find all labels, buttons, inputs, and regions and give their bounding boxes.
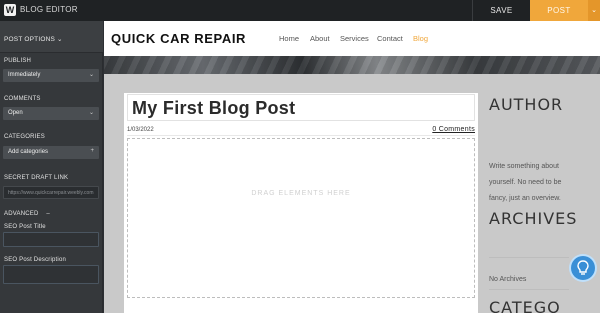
post-content-dropzone[interactable]: DRAG ELEMENTS HERE <box>127 138 475 298</box>
add-categories-button[interactable]: Add categories + <box>3 146 99 159</box>
archives-divider <box>489 257 569 258</box>
header-banner-image <box>104 56 600 74</box>
comments-label: COMMENTS <box>4 96 41 102</box>
collapse-icon[interactable]: – <box>46 211 50 217</box>
save-button[interactable]: SAVE <box>472 0 530 21</box>
top-bar: W BLOG EDITOR SAVE POST ⌄ <box>0 0 600 21</box>
nav-link-blog[interactable]: Blog <box>413 34 428 43</box>
comments-value: Open <box>8 110 23 116</box>
post-options-label: POST OPTIONS ⌄ <box>4 36 63 43</box>
plus-icon: + <box>90 148 94 154</box>
publish-value: Immediately <box>8 72 41 78</box>
archives-text: No Archives <box>489 276 527 283</box>
chevron-down-icon: ⌄ <box>88 110 94 116</box>
comments-select[interactable]: Open ⌄ <box>3 107 99 120</box>
seo-post-title-label: SEO Post Title <box>4 224 46 230</box>
app-title: BLOG EDITOR <box>20 5 78 14</box>
weebly-logo-icon[interactable]: W <box>4 4 16 16</box>
blog-sidebar: AUTHOR Write something about yourself. N… <box>488 93 600 313</box>
dropzone-hint: DRAG ELEMENTS HERE <box>251 190 351 197</box>
author-heading: AUTHOR <box>489 95 564 114</box>
blog-post: My First Blog Post 1/03/2022 0 Comments … <box>124 93 478 313</box>
post-options-sidebar: POST OPTIONS ⌄ PUBLISH Immediately ⌄ COM… <box>0 21 103 313</box>
nav-link-contact[interactable]: Contact <box>377 34 403 43</box>
nav-link-home[interactable]: Home <box>279 34 299 43</box>
nav-link-about[interactable]: About <box>310 34 330 43</box>
categories-heading: CATEGO <box>489 298 561 313</box>
add-categories-label: Add categories <box>8 149 49 155</box>
lightbulb-icon <box>577 260 589 275</box>
post-title[interactable]: My First Blog Post <box>132 98 295 119</box>
secret-draft-link-value: https://www.quickcarrepair.weebly.com <box>8 190 94 196</box>
advanced-section-header[interactable]: ADVANCED – <box>4 211 50 217</box>
post-title-field[interactable]: My First Blog Post <box>127 94 475 121</box>
chevron-down-icon: ⌄ <box>88 72 94 78</box>
archives-heading: ARCHIVES <box>489 209 578 228</box>
secret-draft-link-field[interactable]: https://www.quickcarrepair.weebly.com <box>3 186 99 199</box>
site-preview: QUICK CAR REPAIR Home About Services Con… <box>104 21 600 313</box>
post-options-header[interactable]: POST OPTIONS ⌄ <box>0 21 103 53</box>
post-comments-link[interactable]: 0 Comments <box>432 126 475 133</box>
publish-label: PUBLISH <box>4 58 32 64</box>
nav-link-services[interactable]: Services <box>340 34 369 43</box>
site-header: QUICK CAR REPAIR Home About Services Con… <box>104 21 600 56</box>
advanced-label: ADVANCED <box>4 211 39 217</box>
seo-post-description-label: SEO Post Description <box>4 257 67 263</box>
help-button[interactable] <box>571 256 595 280</box>
post-button[interactable]: POST <box>530 0 588 21</box>
categories-divider <box>489 289 569 290</box>
seo-post-description-textarea[interactable] <box>3 265 99 284</box>
site-brand[interactable]: QUICK CAR REPAIR <box>111 31 246 46</box>
post-dropdown-chevron-down-icon[interactable]: ⌄ <box>588 0 600 21</box>
categories-label: CATEGORIES <box>4 134 45 140</box>
post-divider <box>127 135 475 136</box>
author-text: Write something about yourself. No need … <box>489 163 562 202</box>
secret-draft-link-label: SECRET DRAFT LINK <box>4 175 69 181</box>
publish-select[interactable]: Immediately ⌄ <box>3 69 99 82</box>
seo-post-title-input[interactable] <box>3 232 99 247</box>
post-date: 1/03/2022 <box>127 127 154 133</box>
